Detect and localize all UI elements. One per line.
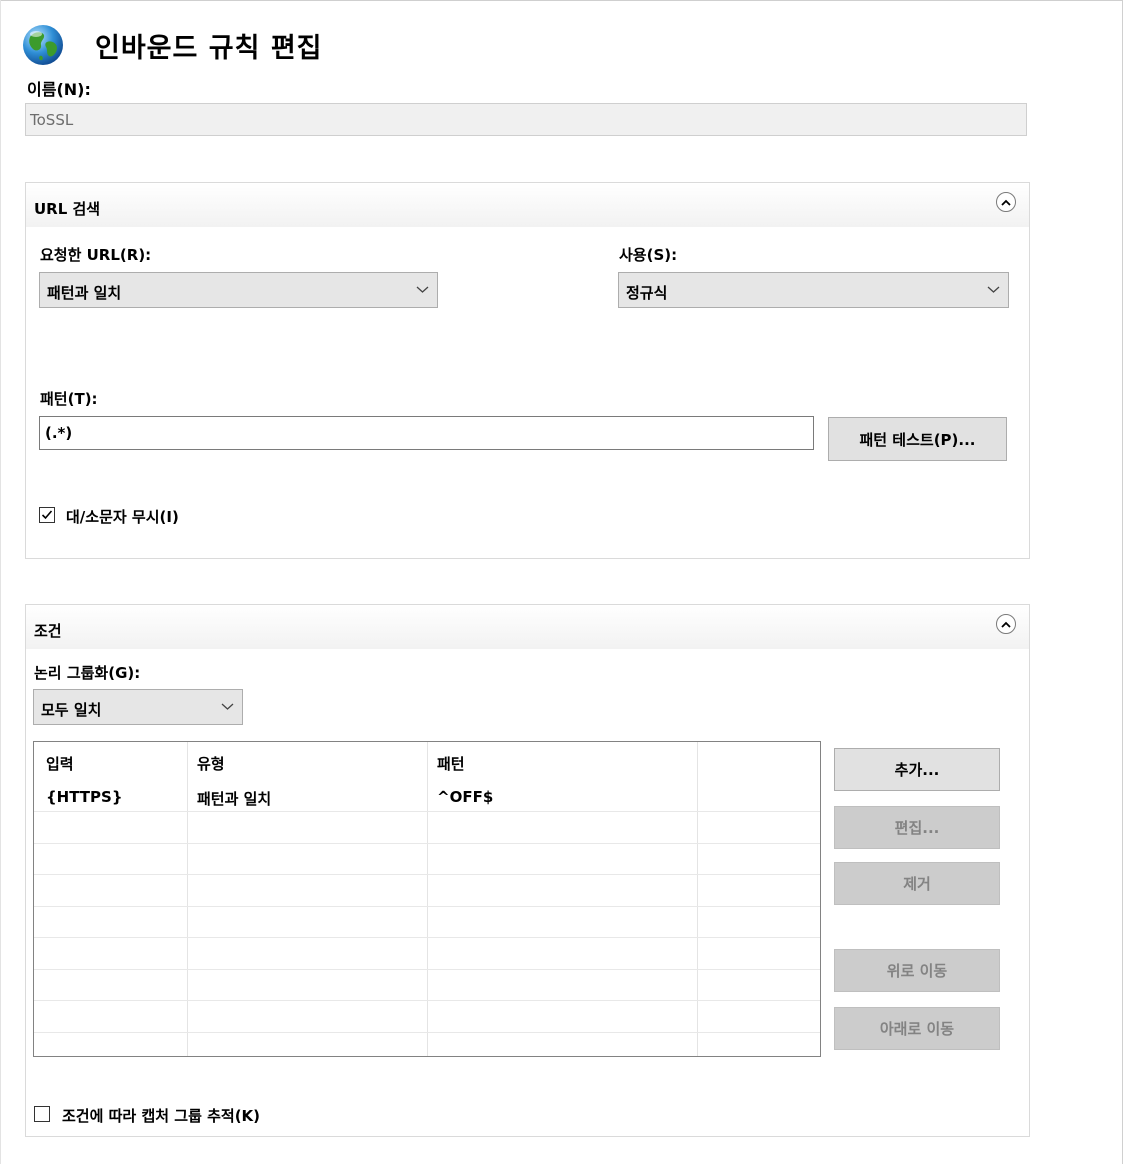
pattern-input[interactable]: (.*) (39, 416, 814, 450)
cell-input: {HTTPS} (46, 788, 123, 806)
chevron-up-icon (1001, 621, 1011, 628)
url-match-section-title: URL 검색 (34, 200, 101, 218)
using-select[interactable]: 정규식 (618, 272, 1009, 308)
chevron-down-icon (416, 286, 429, 293)
ignore-case-checkbox[interactable] (39, 507, 55, 523)
row-divider (34, 843, 820, 844)
requested-url-select[interactable]: 패턴과 일치 (39, 272, 438, 308)
requested-url-value: 패턴과 일치 (47, 284, 122, 302)
conditions-section-title: 조건 (34, 622, 62, 640)
chevron-down-icon (221, 703, 234, 710)
track-capture-groups-checkbox[interactable] (34, 1106, 50, 1122)
add-condition-button[interactable]: 추가... (834, 748, 1000, 791)
chevron-up-icon (1001, 199, 1011, 206)
collapse-url-match-button[interactable] (996, 192, 1016, 212)
pattern-input-value: (.*) (45, 424, 73, 442)
logical-grouping-label: 논리 그룹화(G): (34, 664, 141, 682)
using-label: 사용(S): (619, 246, 678, 264)
window-left-border (0, 0, 1, 1164)
row-divider (34, 937, 820, 938)
test-pattern-button[interactable]: 패턴 테스트(P)... (828, 417, 1007, 461)
row-divider (34, 969, 820, 970)
conditions-panel-header: 조건 (26, 605, 1029, 649)
row-divider (34, 1032, 820, 1033)
column-header-input[interactable]: 입력 (46, 753, 74, 774)
pattern-label: 패턴(T): (40, 390, 98, 408)
table-header: 입력 유형 패턴 (34, 742, 820, 780)
row-divider (34, 906, 820, 907)
url-match-panel-header: URL 검색 (26, 183, 1029, 227)
requested-url-label: 요청한 URL(R): (40, 246, 152, 264)
page-title: 인바운드 규칙 편집 (95, 33, 323, 64)
table-row[interactable]: {HTTPS} 패턴과 일치 ^OFF$ (34, 780, 820, 811)
globe-icon (20, 22, 66, 68)
collapse-conditions-button[interactable] (996, 614, 1016, 634)
cell-pattern: ^OFF$ (437, 788, 494, 806)
move-down-button[interactable]: 아래로 이동 (834, 1007, 1000, 1050)
url-match-panel: URL 검색 (25, 182, 1030, 559)
logical-grouping-value: 모두 일치 (41, 701, 102, 719)
row-divider (34, 1000, 820, 1001)
move-up-button[interactable]: 위로 이동 (834, 949, 1000, 992)
conditions-table[interactable]: 입력 유형 패턴 {HTTPS} 패턴과 일치 ^OFF$ (33, 741, 821, 1057)
name-field: ToSSL (25, 103, 1027, 136)
column-header-type[interactable]: 유형 (197, 753, 225, 774)
chevron-down-icon (987, 286, 1000, 293)
window-top-border (0, 0, 1123, 1)
checkmark-icon (41, 510, 53, 520)
track-capture-groups-label: 조건에 따라 캡처 그룹 추적(K) (62, 1107, 261, 1125)
edit-condition-button[interactable]: 편집... (834, 806, 1000, 849)
row-divider (34, 874, 820, 875)
remove-condition-button[interactable]: 제거 (834, 862, 1000, 905)
using-value: 정규식 (626, 284, 668, 302)
cell-type: 패턴과 일치 (197, 790, 272, 808)
name-label: 이름(N): (27, 80, 91, 99)
row-divider (34, 811, 820, 812)
logical-grouping-select[interactable]: 모두 일치 (33, 689, 243, 725)
column-header-pattern[interactable]: 패턴 (437, 753, 465, 774)
ignore-case-label: 대/소문자 무시(I) (66, 508, 179, 526)
